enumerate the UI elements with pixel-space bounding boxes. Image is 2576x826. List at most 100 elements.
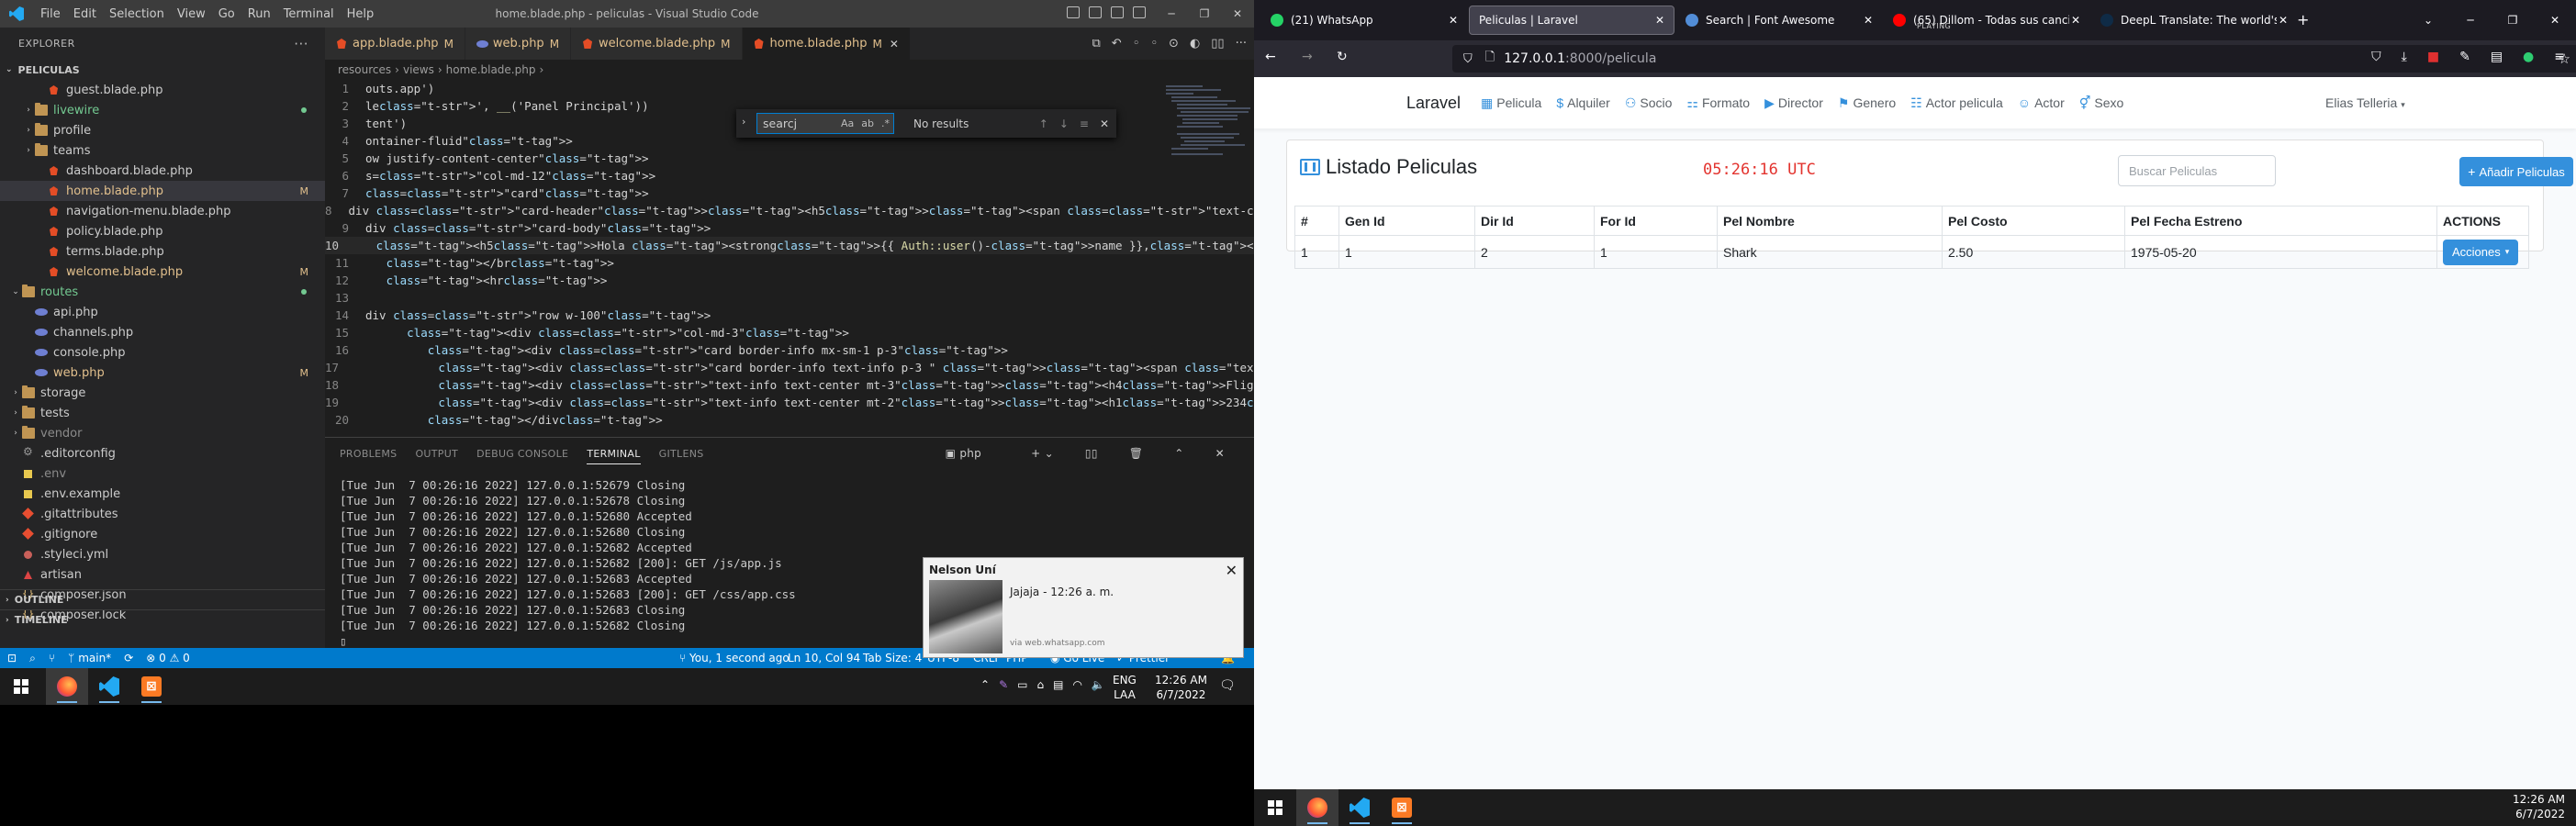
breadcrumb-item[interactable]: views	[403, 63, 434, 76]
minimize-button[interactable]: ─	[1155, 0, 1188, 28]
toggle-blame-icon[interactable]: ⊙	[1169, 37, 1179, 50]
file-item[interactable]: welcome.blade.php M	[0, 262, 325, 282]
menu-file[interactable]: File	[40, 7, 61, 21]
nav-genero[interactable]: ⚑ Genero	[1838, 95, 1896, 111]
minimize-button[interactable]: ─	[2449, 0, 2492, 40]
back-icon[interactable]: ←	[1265, 50, 1276, 64]
find-in-selection-icon[interactable]: ≡	[1080, 117, 1089, 130]
menu-icon[interactable]: ≡	[2554, 50, 2565, 64]
close-tab-icon[interactable]: ✕	[890, 38, 899, 50]
file-item[interactable]: navigation-menu.blade.php	[0, 201, 325, 221]
remote-icon[interactable]: ⊡	[7, 652, 17, 664]
menu-view[interactable]: View	[177, 7, 206, 21]
file-item[interactable]: guest.blade.php	[0, 80, 325, 100]
folder-item[interactable]: › livewire	[0, 100, 325, 120]
folder-item[interactable]: › storage	[0, 383, 325, 403]
file-item[interactable]: channels.php	[0, 322, 325, 342]
toggle-secondary-sidebar-icon[interactable]	[1111, 6, 1124, 18]
editor-tab[interactable]: home.blade.php M ✕	[742, 28, 911, 60]
previous-match-icon[interactable]: ↑	[1039, 117, 1048, 130]
wifi-icon[interactable]: ◠	[1072, 678, 1081, 691]
folder-item[interactable]: › tests	[0, 403, 325, 423]
more-actions-icon[interactable]: ···	[294, 36, 308, 52]
language-indicator[interactable]: ENG LAA	[1113, 673, 1137, 702]
panel-tab-terminal[interactable]: TERMINAL	[587, 448, 641, 464]
add-movie-button[interactable]: + Añadir Peliculas	[2459, 157, 2573, 186]
close-panel-icon[interactable]: ✕	[1215, 447, 1225, 460]
vscode-taskbar-icon[interactable]	[88, 668, 130, 705]
chevron-up-icon[interactable]: ⌃	[980, 678, 990, 691]
nav-socio[interactable]: ⚇ Socio	[1625, 95, 1673, 111]
open-changes-icon[interactable]: ◐	[1190, 37, 1200, 50]
pen-icon[interactable]: ✎	[999, 678, 1008, 691]
folder-item[interactable]: › vendor	[0, 423, 325, 443]
nav-actor[interactable]: ☺ Actor	[2018, 95, 2065, 110]
next-change-icon[interactable]: ◦	[1150, 37, 1158, 50]
next-match-icon[interactable]: ↓	[1059, 117, 1069, 130]
close-find-icon[interactable]: ✕	[1100, 117, 1109, 130]
forward-icon[interactable]: →	[1302, 50, 1313, 64]
compare-icon[interactable]: ⧉	[1092, 37, 1100, 50]
display-icon[interactable]: ▤	[1053, 678, 1063, 691]
nav-actor-pelicula[interactable]: ☷ Actor pelicula	[1910, 95, 2003, 111]
whatsapp-notification[interactable]: Nelson Uní ✕ Jajaja - 12:26 a. m. via we…	[924, 558, 1243, 657]
close-button[interactable]: ✕	[1221, 0, 1254, 28]
folder-item[interactable]: › teams	[0, 140, 325, 161]
nav-alquiler[interactable]: $ Alquiler	[1556, 95, 1610, 110]
folder-item[interactable]: › profile	[0, 120, 325, 140]
toggle-panel-icon[interactable]	[1089, 6, 1102, 18]
maximize-panel-icon[interactable]: ⌃	[1174, 447, 1183, 460]
match-case-icon[interactable]: Aa	[841, 117, 854, 129]
terminal-shell[interactable]: ▣ php	[946, 447, 1001, 460]
panel-tab-gitlens[interactable]: GITLENS	[659, 448, 704, 460]
file-item[interactable]: .env.example	[0, 484, 325, 504]
account-icon[interactable]: ●	[2523, 50, 2534, 64]
notification-center-icon[interactable]: 🗨	[1219, 678, 1236, 693]
close-button[interactable]: ✕	[2534, 0, 2576, 40]
nav-sexo[interactable]: ⚥ Sexo	[2079, 95, 2124, 111]
toggle-sidebar-icon[interactable]	[1067, 6, 1080, 18]
panel-tab-problems[interactable]: PROBLEMS	[340, 448, 397, 460]
windows-start-icon[interactable]	[0, 668, 42, 705]
downloads-icon[interactable]: ⤓	[2402, 50, 2407, 64]
regex-icon[interactable]: .*	[881, 117, 890, 129]
nav-director[interactable]: ▶ Director	[1764, 95, 1823, 111]
firefox-taskbar-icon[interactable]	[1296, 789, 1338, 826]
xampp-taskbar-icon[interactable]: ⊠	[1381, 789, 1423, 826]
editor-tab[interactable]: web.php M	[465, 28, 572, 60]
taskbar-clock[interactable]: 12:26 AM 6/7/2022	[1155, 673, 1207, 702]
library-icon[interactable]: ▤	[2491, 50, 2503, 64]
branch-icon[interactable]: ᛘ	[68, 652, 74, 664]
split-terminal-icon[interactable]: ▯▯	[1085, 447, 1098, 460]
actions-dropdown-button[interactable]: Acciones ▾	[2443, 239, 2519, 265]
maximize-button[interactable]: ❐	[2492, 0, 2534, 40]
file-item[interactable]: .gitattributes	[0, 504, 325, 524]
outline-section[interactable]: › OUTLINE	[0, 589, 325, 609]
customize-layout-icon[interactable]	[1133, 6, 1146, 18]
breadcrumb-item[interactable]: resources	[338, 63, 391, 76]
menu-help[interactable]: Help	[347, 7, 375, 21]
shield-icon[interactable]: ⛉	[1463, 52, 1473, 66]
vscode-taskbar-icon[interactable]	[1338, 789, 1381, 826]
reload-icon[interactable]: ↻	[1337, 50, 1348, 64]
menu-edit[interactable]: Edit	[73, 7, 96, 21]
volume-icon[interactable]: 🔈	[1092, 678, 1105, 691]
file-item[interactable]: .gitignore	[0, 524, 325, 544]
panel-tab-output[interactable]: OUTPUT	[415, 448, 458, 460]
network-icon[interactable]: ⌂	[1036, 678, 1044, 691]
browser-tab[interactable]: DeepL Translate: The world's m ✕	[2091, 6, 2297, 35]
project-section[interactable]: ⌄ PELICULAS	[0, 60, 325, 80]
pocket-icon[interactable]: ⛉	[2371, 50, 2381, 64]
file-item[interactable]: web.php M	[0, 363, 325, 383]
browser-tab[interactable]: (21) WhatsApp ✕	[1261, 6, 1467, 35]
close-tab-icon[interactable]: ✕	[1655, 14, 1664, 27]
new-terminal-icon[interactable]: + ⌄	[1031, 447, 1054, 460]
trash-icon[interactable]: 🗑	[1129, 447, 1144, 460]
more-actions-icon[interactable]: ···	[1236, 37, 1247, 50]
extension-red-icon[interactable]: ■	[2427, 50, 2439, 64]
panel-tab-debug-console[interactable]: DEBUG CONSOLE	[476, 448, 568, 460]
git-icon[interactable]: ⑂	[49, 652, 55, 664]
close-tab-icon[interactable]: ✕	[2279, 14, 2288, 27]
browser-tab[interactable]: Peliculas | Laravel ✕	[1469, 6, 1674, 35]
search-movies-input[interactable]: Buscar Peliculas	[2118, 155, 2276, 186]
